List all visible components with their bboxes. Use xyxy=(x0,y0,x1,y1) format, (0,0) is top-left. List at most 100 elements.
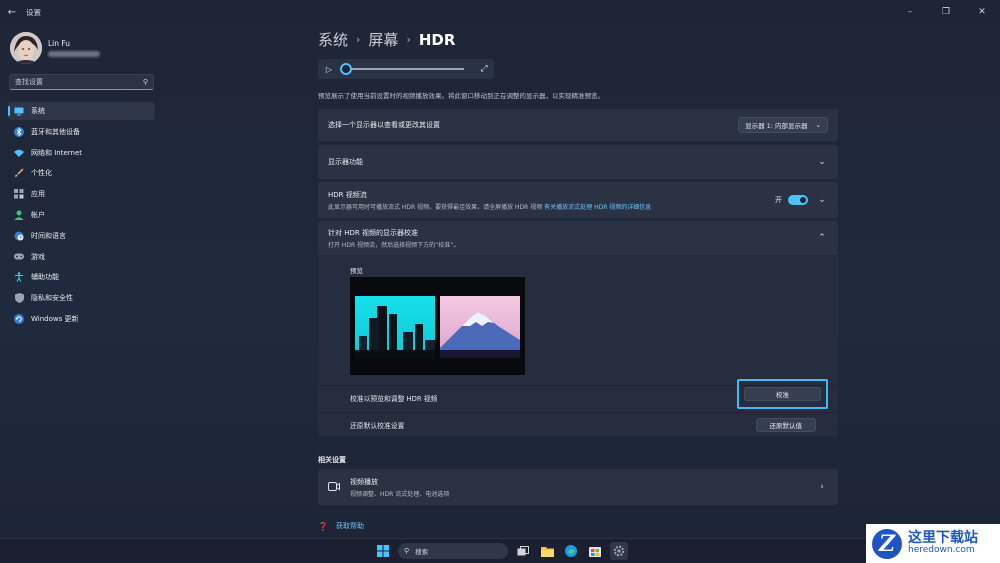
sidebar-item-network[interactable]: 网络和 Internet xyxy=(8,144,155,162)
hdr-preview-image xyxy=(350,277,525,375)
start-icon[interactable] xyxy=(374,542,392,560)
task-view-icon[interactable] xyxy=(514,542,532,560)
taskbar-search-label: 搜索 xyxy=(415,548,429,556)
display-features-label: 显示器功能 xyxy=(328,158,363,166)
sidebar-item-apps[interactable]: 应用 xyxy=(8,185,155,203)
window-controls: – ❐ ✕ xyxy=(892,0,1000,24)
display-dropdown-value: 显示器 1: 内部显示器 xyxy=(745,122,808,130)
video-playback-title: 视频播放 xyxy=(350,477,378,486)
get-help-link[interactable]: ❓ 获取帮助 xyxy=(318,521,364,531)
bluetooth-icon xyxy=(14,126,24,137)
sidebar-item-bluetooth[interactable]: 蓝牙和其他设备 xyxy=(8,123,155,141)
taskbar-search[interactable]: ⚲ 搜索 xyxy=(398,543,508,559)
avatar xyxy=(10,32,42,64)
store-icon[interactable] xyxy=(586,542,604,560)
chevron-right-icon: › xyxy=(406,33,411,46)
display-features-card[interactable]: 显示器功能 ⌄ xyxy=(318,145,838,179)
search-icon[interactable]: ⚲ xyxy=(143,78,148,86)
app-title: 设置 xyxy=(26,7,41,17)
hdr-streaming-title: HDR 视频流 xyxy=(328,190,367,199)
calibrate-row-label: 校准以预览和调整 HDR 视频 xyxy=(350,394,438,403)
hdr-streaming-info-link[interactable]: 有关播放流式处理 HDR 视频的详细信息 xyxy=(544,204,651,211)
user-email-blurred xyxy=(48,51,100,57)
chevron-down-icon[interactable]: ⌄ xyxy=(816,195,828,205)
display-select-label: 选择一个显示器以查看或更改其设置 xyxy=(328,121,440,129)
breadcrumb: 系统 › 屏幕 › HDR xyxy=(318,29,455,50)
user-profile[interactable]: Lin Fu xyxy=(10,32,100,64)
sidebar-item-label: 应用 xyxy=(31,190,45,199)
hdr-streaming-toggle[interactable] xyxy=(788,195,808,205)
user-name: Lin Fu xyxy=(48,39,71,48)
site-watermark: Z 这里下载站 heredown.com xyxy=(866,524,1000,563)
chevron-down-icon[interactable]: ⌄ xyxy=(816,157,828,167)
calibration-title: 针对 HDR 视频的显示器校准 xyxy=(328,228,418,237)
help-icon: ❓ xyxy=(318,521,328,531)
sidebar-item-gaming[interactable]: 游戏 xyxy=(8,248,155,266)
sidebar-item-accessibility[interactable]: 辅助功能 xyxy=(8,268,155,286)
preview-description: 预览展示了使用当前设置时的视频播放效果。将此窗口移动到正在调整的显示器，以实现精… xyxy=(318,92,604,100)
accessibility-icon xyxy=(14,272,24,283)
sidebar-item-label: 网络和 Internet xyxy=(31,148,83,157)
sidebar-item-label: 蓝牙和其他设备 xyxy=(31,127,80,136)
calibration-panel: 预览 校准以预览和调整 HDR 视频 校准 还原默认校准设置 还原默认值 xyxy=(318,256,838,436)
play-icon[interactable]: ▷ xyxy=(318,65,340,74)
sidebar-item-windows-update[interactable]: Windows 更新 xyxy=(8,310,155,328)
related-settings-heading: 相关设置 xyxy=(318,456,346,464)
reset-calibration-label: 还原默认校准设置 xyxy=(350,421,405,430)
title-bar: ← 设置 – ❐ ✕ xyxy=(0,0,1000,24)
minimize-icon[interactable]: – xyxy=(892,0,928,24)
calibration-subtitle: 打开 HDR 视频流，然后选择视频下方的“校准”。 xyxy=(328,241,460,249)
video-playback-card[interactable]: 视频播放 视频调整、HDR 流式处理、电池选项 › xyxy=(318,469,838,505)
brush-icon xyxy=(14,168,24,178)
chevron-right-icon: › xyxy=(356,33,361,46)
back-arrow-icon[interactable]: ← xyxy=(0,7,24,18)
monitor-icon xyxy=(14,106,24,116)
page-title: HDR xyxy=(418,30,456,49)
sidebar-item-label: 帐户 xyxy=(31,210,45,219)
taskbar: ⚲ 搜索 xyxy=(0,538,1000,563)
globe-clock-icon xyxy=(14,231,24,241)
sidebar-item-time-language[interactable]: 时间和语言 xyxy=(8,227,155,245)
toggle-state-label: 开 xyxy=(775,196,782,204)
get-help-label: 获取帮助 xyxy=(336,522,364,530)
video-camera-icon xyxy=(328,481,340,493)
video-playback-subtitle: 视频调整、HDR 流式处理、电池选项 xyxy=(350,490,450,498)
edge-browser-icon[interactable] xyxy=(562,542,580,560)
settings-window: ← 设置 – ❐ ✕ Lin Fu ⚲ xyxy=(0,0,1000,538)
settings-gear-icon[interactable] xyxy=(610,542,628,560)
playback-slider[interactable] xyxy=(340,63,464,75)
maximize-icon[interactable]: ❐ xyxy=(928,0,964,24)
fullscreen-icon[interactable]: ⤢ xyxy=(474,64,494,74)
reset-defaults-button[interactable]: 还原默认值 xyxy=(755,417,816,432)
chevron-up-icon[interactable]: ⌃ xyxy=(816,233,828,243)
display-dropdown[interactable]: 显示器 1: 内部显示器 ⌄ xyxy=(738,117,828,133)
search-icon: ⚲ xyxy=(404,547,410,555)
slider-thumb[interactable] xyxy=(340,63,352,75)
city-skyline-image xyxy=(355,296,435,358)
sidebar-item-system[interactable]: 系统 xyxy=(8,102,155,120)
close-icon[interactable]: ✕ xyxy=(964,0,1000,24)
sidebar-item-personalization[interactable]: 个性化 xyxy=(8,164,155,182)
calibrate-button[interactable]: 校准 xyxy=(744,387,821,401)
display-select-card: 选择一个显示器以查看或更改其设置 显示器 1: 内部显示器 ⌄ xyxy=(318,109,838,141)
focus-highlight: 校准 xyxy=(737,379,828,409)
sidebar-item-label: 辅助功能 xyxy=(31,273,59,282)
breadcrumb-system[interactable]: 系统 xyxy=(318,29,348,50)
preview-label: 预览 xyxy=(350,267,363,275)
shield-icon xyxy=(14,293,24,304)
breadcrumb-display[interactable]: 屏幕 xyxy=(368,29,398,50)
hdr-streaming-subtitle: 此显示器可用时可播放流式 HDR 视频。要获得最佳效果，请全屏播放 HDR 视频… xyxy=(328,202,651,211)
calibrate-row: 校准以预览和调整 HDR 视频 校准 xyxy=(318,379,838,409)
file-explorer-icon[interactable] xyxy=(538,542,556,560)
sidebar-item-label: 隐私和安全性 xyxy=(31,294,73,303)
settings-search-box[interactable]: ⚲ xyxy=(9,74,154,90)
update-icon xyxy=(14,313,24,324)
sidebar-item-privacy[interactable]: 隐私和安全性 xyxy=(8,289,155,307)
watermark-logo: Z xyxy=(872,528,902,559)
sidebar-item-label: 个性化 xyxy=(31,169,52,178)
search-input[interactable] xyxy=(15,78,143,86)
reset-calibration-row: 还原默认校准设置 还原默认值 xyxy=(318,412,838,436)
chevron-right-icon[interactable]: › xyxy=(816,482,828,492)
calibration-card-header[interactable]: 针对 HDR 视频的显示器校准 打开 HDR 视频流，然后选择视频下方的“校准”… xyxy=(318,221,838,255)
sidebar-item-accounts[interactable]: 帐户 xyxy=(8,206,155,224)
